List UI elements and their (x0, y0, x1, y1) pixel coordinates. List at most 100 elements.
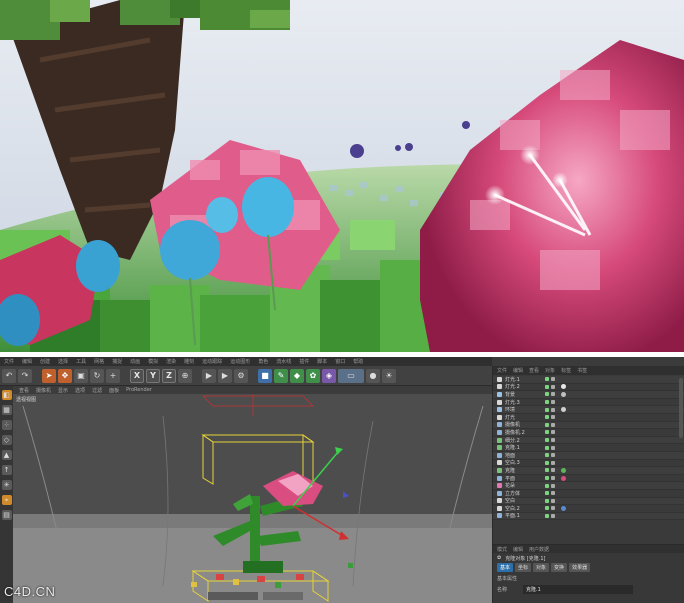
object-manager-scrollbar[interactable] (679, 378, 683, 438)
menu-snap[interactable]: 捕捉 (112, 358, 122, 365)
light-icon[interactable]: ☀ (382, 368, 396, 383)
visibility-check-icon[interactable] (545, 445, 549, 450)
visibility-check-icon[interactable] (545, 438, 549, 443)
viewport-menu-panel[interactable]: 面板 (109, 387, 119, 394)
render-check-icon[interactable] (551, 445, 555, 450)
om-menu-view[interactable]: 查看 (529, 367, 539, 374)
perspective-viewport[interactable]: 查看 摄像机 显示 选项 过滤 面板 ProRender 透视视图 (13, 386, 492, 603)
points-mode-icon[interactable]: ⁘ (1, 420, 12, 430)
spline-pen-icon[interactable]: ✎ (274, 368, 288, 383)
cube-primitive-icon[interactable]: ■ (258, 368, 272, 383)
visibility-check-icon[interactable] (545, 415, 549, 420)
visibility-check-icon[interactable] (545, 377, 549, 382)
move-tool-icon[interactable]: ✥ (58, 368, 72, 383)
render-check-icon[interactable] (551, 506, 555, 511)
render-picture-viewer-icon[interactable]: ▶ (218, 368, 232, 383)
render-check-icon[interactable] (551, 453, 555, 458)
menu-select[interactable]: 选择 (58, 358, 68, 365)
render-check-icon[interactable] (551, 483, 555, 488)
render-check-icon[interactable] (551, 460, 555, 465)
subdivision-surface-icon[interactable]: ◆ (290, 368, 304, 383)
model-mode-icon[interactable]: ◧ (1, 390, 12, 400)
menu-help[interactable]: 帮助 (353, 358, 363, 365)
visibility-check-icon[interactable] (545, 476, 549, 481)
menu-motion-tracking[interactable]: 运动跟踪 (202, 358, 222, 365)
render-settings-icon[interactable]: ⚙ (234, 368, 248, 383)
menu-mograph[interactable]: 运动图形 (230, 358, 250, 365)
cloner-icon[interactable]: ✿ (306, 368, 320, 383)
render-check-icon[interactable] (551, 438, 555, 443)
om-menu-edit[interactable]: 编辑 (513, 367, 523, 374)
material-tag-icon[interactable] (561, 391, 566, 397)
object-row[interactable]: 平面.1 (493, 512, 684, 521)
axis-z-button[interactable]: Z (162, 368, 176, 383)
mograph-tag-icon[interactable] (561, 467, 566, 473)
render-check-icon[interactable] (551, 415, 555, 420)
menu-plugins[interactable]: 插件 (299, 358, 309, 365)
menu-character[interactable]: 角色 (258, 358, 268, 365)
om-menu-tags[interactable]: 标签 (561, 367, 571, 374)
material-tag-icon[interactable] (561, 407, 566, 413)
viewport-menu-options[interactable]: 选项 (75, 387, 85, 394)
undo-icon[interactable]: ↶ (2, 368, 16, 383)
menu-animate[interactable]: 动画 (130, 358, 140, 365)
visibility-check-icon[interactable] (545, 506, 549, 511)
visibility-check-icon[interactable] (545, 384, 549, 389)
workplane-icon[interactable]: ▤ (1, 510, 12, 520)
menu-edit[interactable]: 编辑 (22, 358, 32, 365)
viewport-menu-display[interactable]: 显示 (58, 387, 68, 394)
add-tool-icon[interactable]: + (106, 368, 120, 383)
visibility-check-icon[interactable] (545, 422, 549, 427)
visibility-check-icon[interactable] (545, 483, 549, 488)
material-tag-icon[interactable] (561, 384, 566, 390)
render-check-icon[interactable] (551, 407, 555, 412)
visibility-check-icon[interactable] (545, 407, 549, 412)
am-menu-edit[interactable]: 编辑 (513, 546, 523, 553)
select-arrow-icon[interactable]: ➤ (42, 368, 56, 383)
camera-icon[interactable]: ● (366, 368, 380, 383)
om-menu-file[interactable]: 文件 (497, 367, 507, 374)
visibility-check-icon[interactable] (545, 468, 549, 473)
deformer-icon[interactable]: ◈ (322, 368, 336, 383)
name-field-input[interactable]: 克隆.1 (523, 585, 633, 594)
render-check-icon[interactable] (551, 498, 555, 503)
menu-create[interactable]: 创建 (40, 358, 50, 365)
coordinate-system-icon[interactable]: ⊕ (178, 368, 192, 383)
menu-render[interactable]: 渲染 (166, 358, 176, 365)
render-check-icon[interactable] (551, 377, 555, 382)
visibility-check-icon[interactable] (545, 513, 549, 518)
menu-simulate[interactable]: 模拟 (148, 358, 158, 365)
render-check-icon[interactable] (551, 422, 555, 427)
material-tag-icon[interactable] (561, 475, 566, 481)
render-check-icon[interactable] (551, 392, 555, 397)
texture-mode-icon[interactable]: ▦ (1, 405, 12, 415)
visibility-check-icon[interactable] (545, 400, 549, 405)
render-check-icon[interactable] (551, 491, 555, 496)
axis-mode-icon[interactable]: ↑ (1, 465, 12, 475)
snap-icon[interactable]: ⌖ (1, 495, 12, 505)
render-check-icon[interactable] (551, 513, 555, 518)
render-check-icon[interactable] (551, 384, 555, 389)
am-menu-mode[interactable]: 模式 (497, 546, 507, 553)
menu-script[interactable]: 脚本 (317, 358, 327, 365)
om-menu-objects[interactable]: 对象 (545, 367, 555, 374)
tab-effectors[interactable]: 效果器 (569, 563, 591, 572)
render-check-icon[interactable] (551, 430, 555, 435)
tab-basic[interactable]: 基本 (497, 563, 514, 572)
menu-window[interactable]: 窗口 (335, 358, 345, 365)
floor-scene-icon[interactable]: ▭ (338, 368, 364, 383)
menu-pipeline[interactable]: 流水线 (276, 358, 291, 365)
viewport-menu-cameras[interactable]: 摄像机 (36, 387, 51, 394)
visibility-check-icon[interactable] (545, 460, 549, 465)
axis-y-button[interactable]: Y (146, 368, 160, 383)
render-view-icon[interactable]: ▶ (202, 368, 216, 383)
visibility-check-icon[interactable] (545, 430, 549, 435)
tab-coord[interactable]: 坐标 (515, 563, 532, 572)
tab-transform[interactable]: 变换 (551, 563, 568, 572)
viewport-menu-filter[interactable]: 过滤 (92, 387, 102, 394)
edges-mode-icon[interactable]: ◇ (1, 435, 12, 445)
render-check-icon[interactable] (551, 468, 555, 473)
menu-file[interactable]: 文件 (4, 358, 14, 365)
om-menu-bookmarks[interactable]: 书签 (577, 367, 587, 374)
am-menu-user-data[interactable]: 用户数据 (529, 546, 549, 553)
